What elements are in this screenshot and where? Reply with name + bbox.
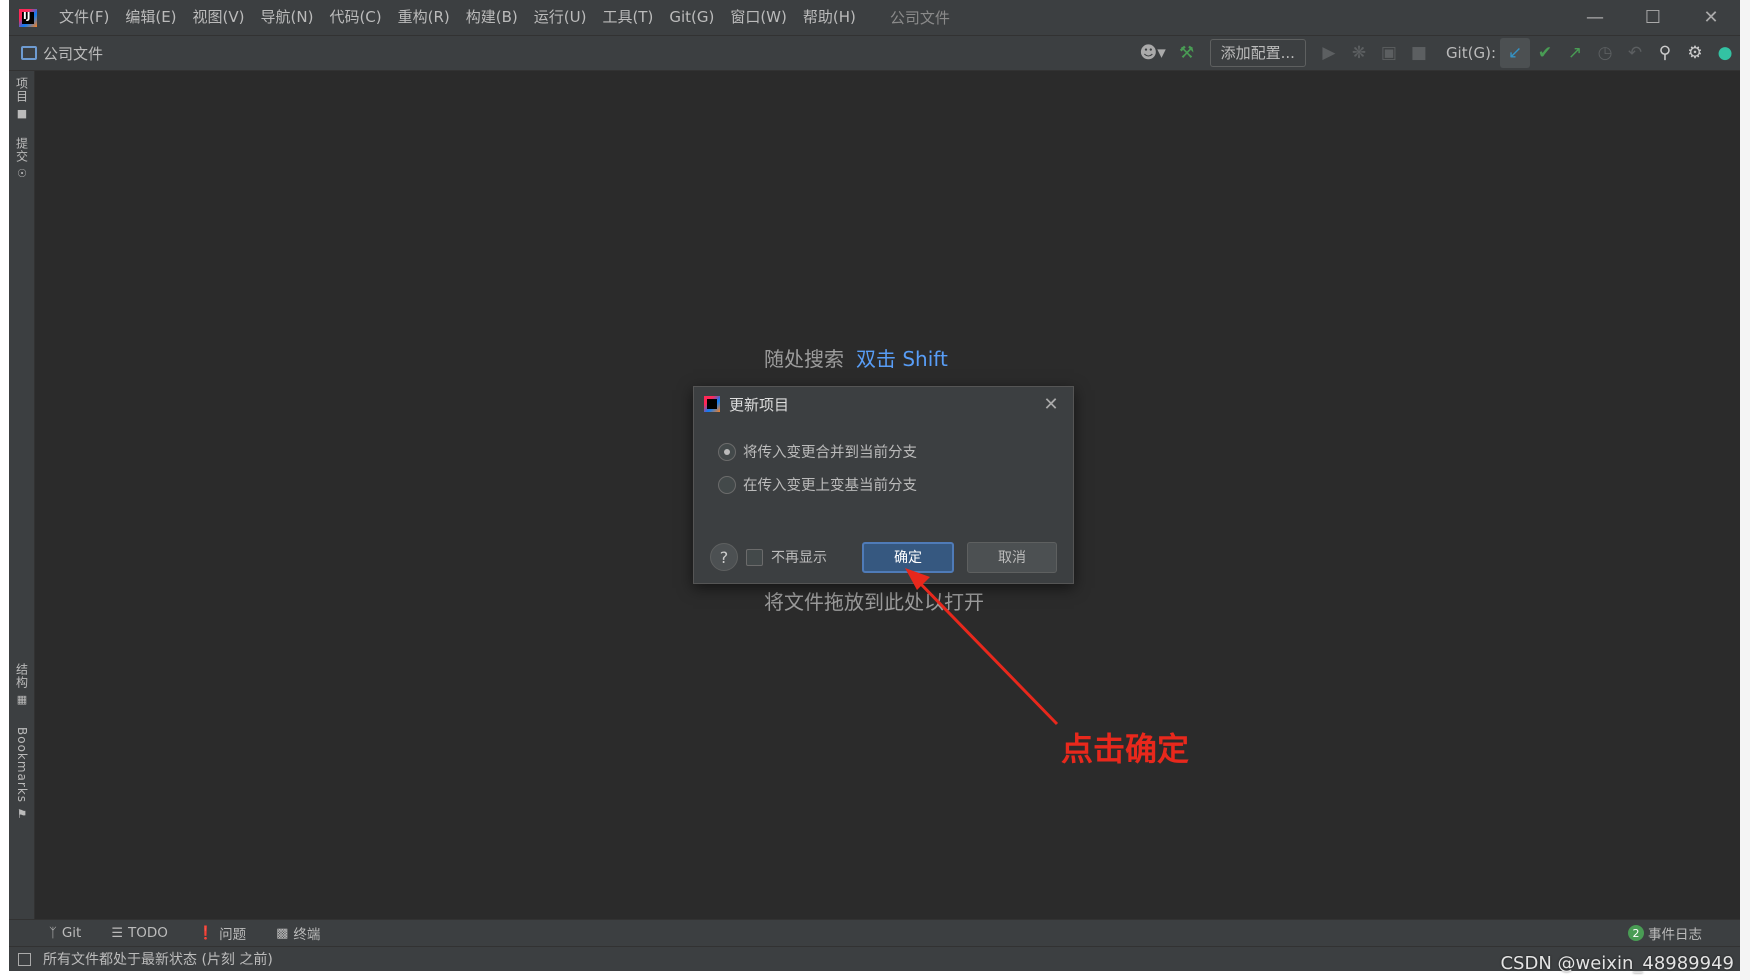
terminal-icon: ▩	[276, 925, 289, 941]
menu-help[interactable]: 帮助(H)	[795, 0, 864, 35]
left-tool-stripe: 项目 ■ 提交 ☉ 结构 ▦ Bookmarks ⚑	[9, 71, 35, 919]
menu-view[interactable]: 视图(V)	[185, 0, 253, 35]
screenshot: IJ 文件(F) 编辑(E) 视图(V) 导航(N) 代码(C) 重构(R) 构…	[0, 0, 1750, 980]
debug-icon[interactable]: ❋	[1344, 38, 1374, 68]
tool-tab-commit-label: 提交	[14, 137, 29, 163]
drop-files-hint: 将文件拖放到此处以打开	[764, 590, 984, 614]
window-title: 公司文件	[889, 9, 950, 27]
event-log-tab[interactable]: 2 事件日志	[1628, 923, 1702, 943]
window-controls: — ☐ ✕	[1566, 0, 1740, 35]
status-toggle-icon[interactable]	[18, 952, 31, 966]
intellij-logo-icon: IJ	[19, 8, 37, 27]
intellij-logo-icon	[704, 396, 720, 412]
dialog-title: 更新项目	[729, 395, 790, 414]
close-icon[interactable]: ✕	[1039, 392, 1063, 416]
tool-tab-project[interactable]: 项目 ■	[9, 77, 35, 120]
run-icon[interactable]: ▶	[1314, 38, 1344, 68]
radio-rebase-label: 在传入变更上变基当前分支	[743, 478, 917, 494]
tool-tab-terminal-label: 终端	[293, 927, 321, 943]
status-bar: 所有文件都处于最新状态 (片刻 之前)	[9, 946, 1740, 971]
navigation-bar: 公司文件 ☻▾ ⚒ 添加配置... ▶ ❋ ▣ ■ Git(G): ↙ ✔ ↗ …	[9, 35, 1740, 71]
git-push-icon[interactable]: ↗	[1560, 38, 1590, 68]
tool-tab-commit[interactable]: 提交 ☉	[9, 137, 35, 180]
tool-tab-bookmarks-label: Bookmarks	[15, 727, 29, 804]
dialog-footer: ? 不再显示 确定 取消	[710, 541, 1057, 573]
git-label: Git(G):	[1445, 44, 1496, 62]
event-log-label: 事件日志	[1648, 927, 1702, 943]
folder-icon: ■	[16, 107, 28, 120]
stop-icon[interactable]: ■	[1404, 38, 1434, 68]
commit-icon: ☉	[17, 167, 27, 180]
dont-show-again-label: 不再显示	[771, 550, 827, 566]
minimize-icon[interactable]: —	[1566, 0, 1624, 35]
annotation-text: 点击确定	[1061, 730, 1190, 768]
tool-tab-git[interactable]: ᛉ Git	[49, 925, 81, 941]
tool-tab-todo[interactable]: ☰ TODO	[111, 925, 168, 941]
problems-icon: ❗	[197, 925, 215, 941]
search-icon[interactable]: ⚲	[1650, 38, 1680, 68]
csdn-watermark: CSDN @weixin_48989949	[1500, 953, 1734, 974]
add-configuration-button[interactable]: 添加配置...	[1209, 39, 1306, 67]
status-message: 所有文件都处于最新状态 (片刻 之前)	[43, 952, 273, 968]
event-count-badge: 2	[1628, 925, 1644, 941]
menu-tools[interactable]: 工具(T)	[594, 0, 661, 35]
tool-tab-bookmarks[interactable]: Bookmarks ⚑	[9, 727, 35, 821]
git-branch-icon: ᛉ	[49, 925, 57, 941]
ok-button[interactable]: 确定	[862, 541, 954, 573]
menu-edit[interactable]: 编辑(E)	[117, 0, 184, 35]
radio-merge-label: 将传入变更合并到当前分支	[743, 445, 917, 461]
menu-build[interactable]: 构建(B)	[458, 0, 526, 35]
help-button[interactable]: ?	[710, 543, 738, 571]
bookmark-icon: ⚑	[16, 807, 28, 822]
code-with-me-icon[interactable]: ●	[1710, 38, 1740, 68]
menu-run[interactable]: 运行(U)	[526, 0, 595, 35]
dialog-header: 更新项目 ✕	[694, 387, 1073, 421]
git-update-icon[interactable]: ↙	[1500, 38, 1530, 68]
search-hint-text: 随处搜索	[764, 347, 844, 371]
title-bar: IJ 文件(F) 编辑(E) 视图(V) 导航(N) 代码(C) 重构(R) 构…	[9, 0, 1740, 35]
radio-rebase-row[interactable]: 在传入变更上变基当前分支	[718, 474, 917, 495]
menu-code[interactable]: 代码(C)	[321, 0, 389, 35]
menu-refactor[interactable]: 重构(R)	[390, 0, 458, 35]
coverage-icon[interactable]: ▣	[1374, 38, 1404, 68]
menu-file[interactable]: 文件(F)	[51, 0, 117, 35]
tool-tab-structure[interactable]: 结构 ▦	[9, 663, 35, 706]
bottom-tool-bar: ᛉ Git ☰ TODO ❗ 问题 ▩ 终端 2 事件日志	[9, 919, 1740, 946]
settings-gear-icon[interactable]: ⚙	[1680, 38, 1710, 68]
tool-tab-git-label: Git	[61, 925, 82, 941]
build-hammer-icon[interactable]: ⚒	[1172, 38, 1202, 68]
update-project-dialog: 更新项目 ✕ 将传入变更合并到当前分支 在传入变更上变基当前分支 ? 不再显示 …	[693, 386, 1074, 584]
search-everywhere-hint: 随处搜索 双击 Shift	[764, 343, 948, 372]
close-window-icon[interactable]: ✕	[1682, 0, 1740, 35]
cancel-button[interactable]: 取消	[967, 541, 1057, 573]
tool-tab-problems[interactable]: ❗ 问题	[197, 923, 247, 944]
dont-show-again-checkbox[interactable]	[746, 548, 763, 566]
tool-tab-project-label: 项目	[14, 77, 29, 103]
maximize-icon[interactable]: ☐	[1624, 0, 1682, 35]
toolbar: ☻▾ ⚒ 添加配置... ▶ ❋ ▣ ■ Git(G): ↙ ✔ ↗ ◷ ↶ ⚲…	[1134, 35, 1740, 71]
search-shortcut: 双击 Shift	[856, 347, 948, 371]
ide-window: IJ 文件(F) 编辑(E) 视图(V) 导航(N) 代码(C) 重构(R) 构…	[9, 0, 1740, 971]
menu-git[interactable]: Git(G)	[661, 0, 722, 35]
radio-rebase[interactable]	[718, 475, 736, 494]
radio-merge[interactable]	[718, 442, 736, 461]
tool-tab-problems-label: 问题	[219, 927, 247, 943]
git-commit-icon[interactable]: ✔	[1530, 38, 1560, 68]
menu-navigate[interactable]: 导航(N)	[253, 0, 322, 35]
tool-tab-todo-label: TODO	[127, 925, 168, 941]
radio-merge-row[interactable]: 将传入变更合并到当前分支	[718, 441, 917, 462]
git-rollback-icon[interactable]: ↶	[1620, 38, 1650, 68]
user-dropdown-icon[interactable]: ☻▾	[1134, 38, 1172, 68]
structure-icon: ▦	[16, 693, 28, 706]
background-window-edge	[1740, 0, 1750, 980]
list-icon: ☰	[111, 925, 123, 941]
tool-tab-structure-label: 结构	[14, 663, 29, 689]
tool-tab-terminal[interactable]: ▩ 终端	[276, 923, 321, 944]
breadcrumb-project[interactable]: 公司文件	[43, 43, 103, 64]
git-history-icon[interactable]: ◷	[1590, 38, 1620, 68]
project-folder-icon	[21, 46, 37, 60]
menu-window[interactable]: 窗口(W)	[722, 0, 795, 35]
